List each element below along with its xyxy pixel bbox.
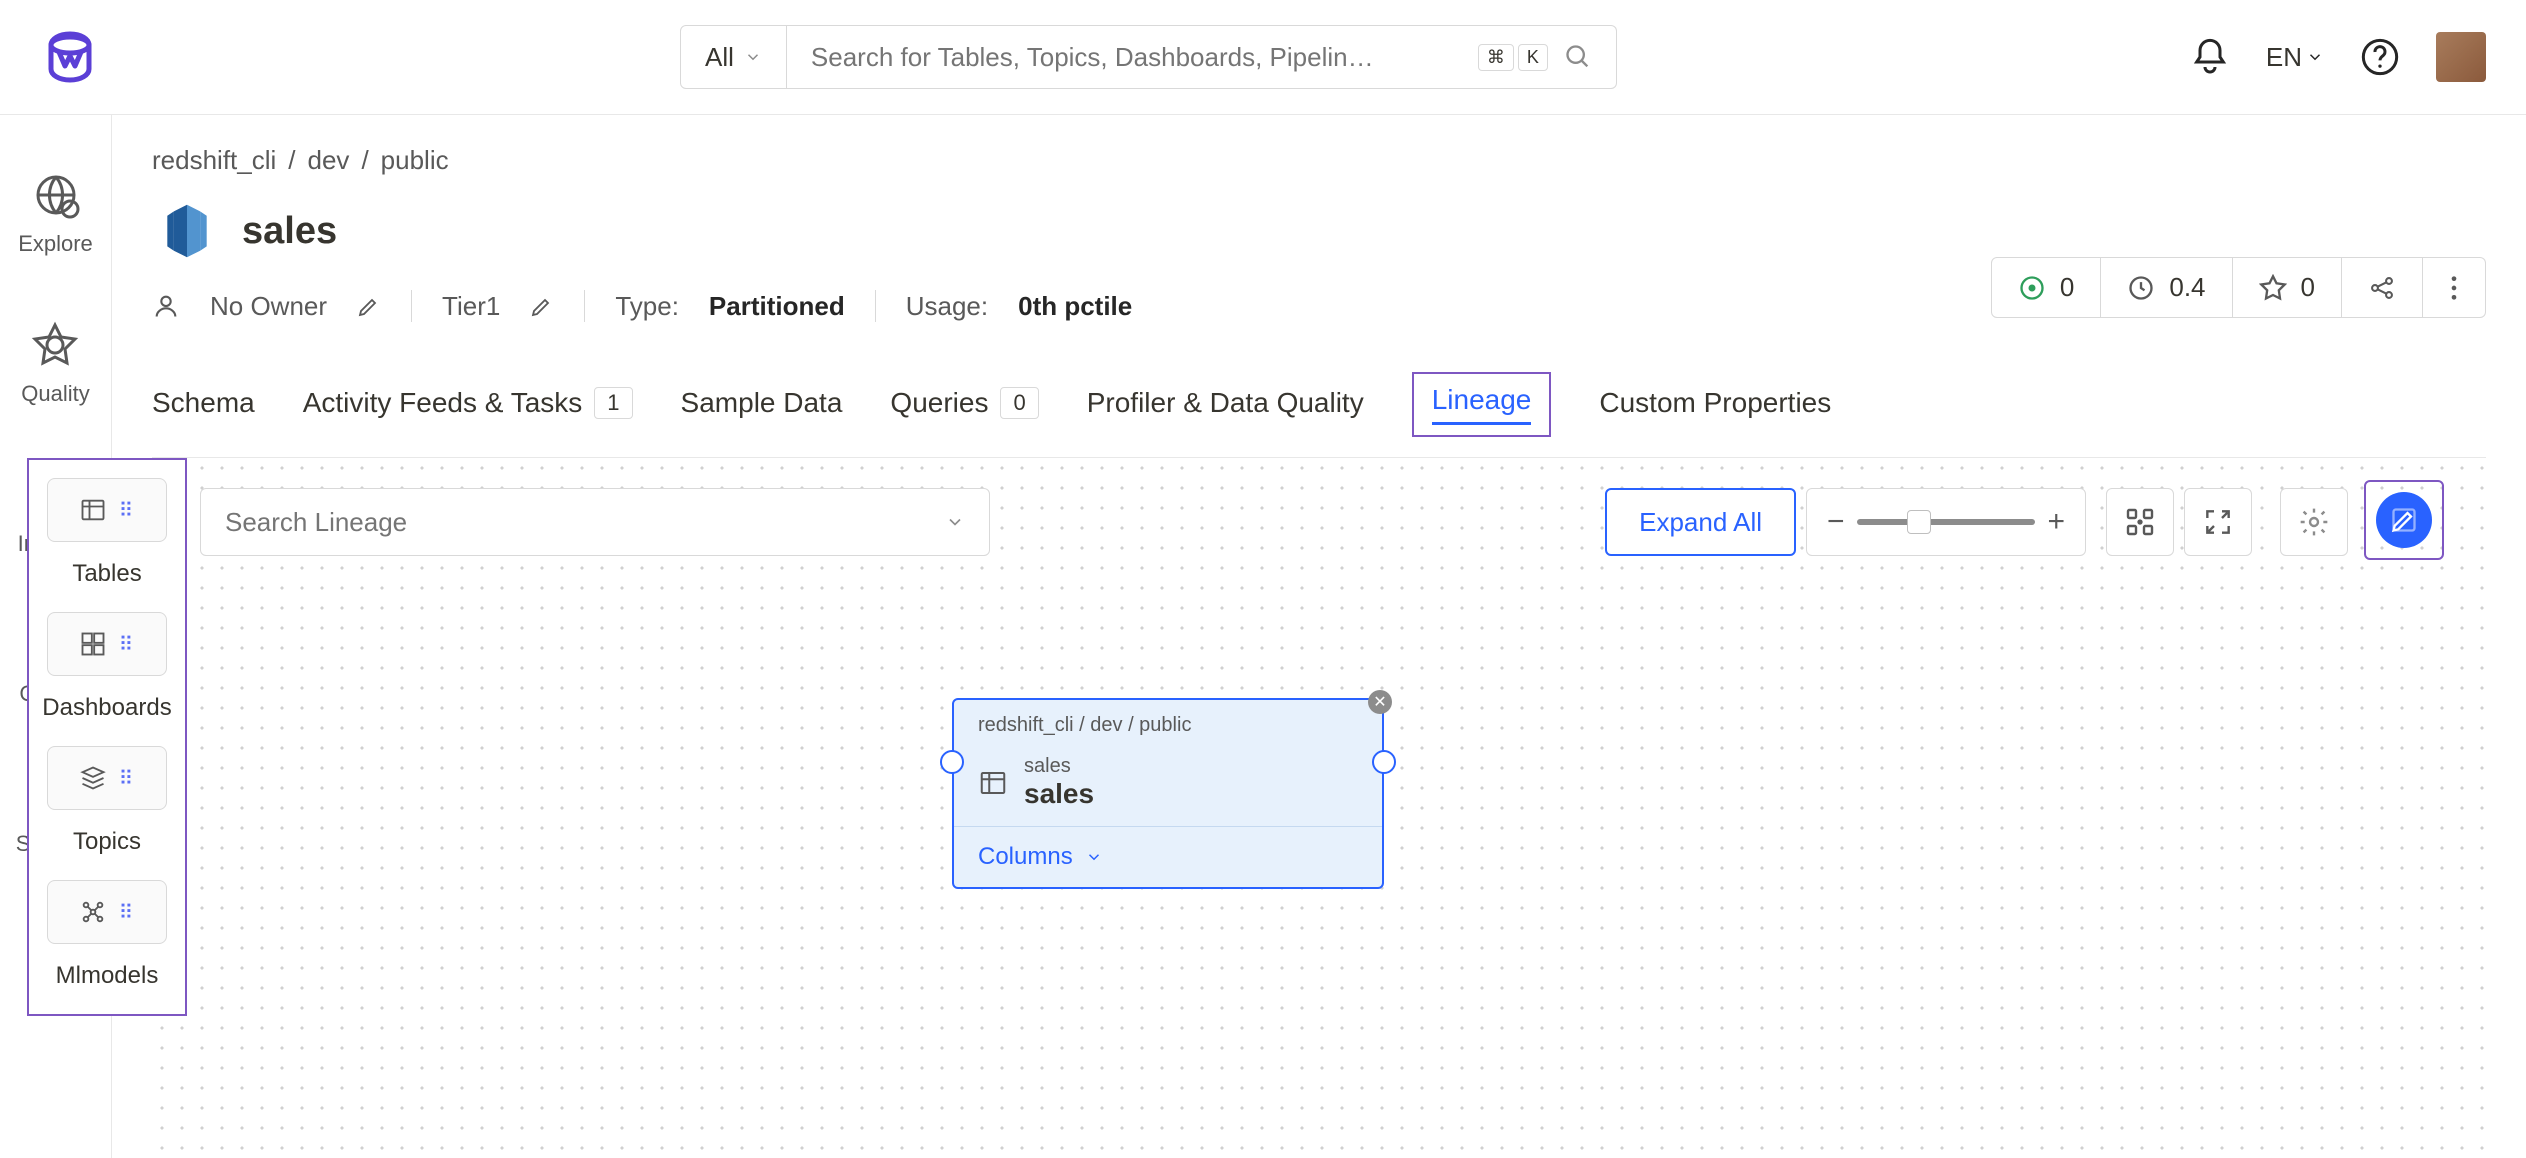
edit-owner-icon[interactable] [357, 294, 381, 318]
entity-title: sales [242, 210, 337, 253]
search-icon [1564, 43, 1592, 71]
type-label: Type: [615, 291, 679, 322]
expand-all-button[interactable]: Expand All [1605, 488, 1796, 556]
tab-sample-data[interactable]: Sample Data [681, 387, 843, 423]
share-button[interactable] [2342, 257, 2423, 318]
node-subtitle: sales [1024, 755, 1094, 778]
kbd-k: K [1518, 44, 1548, 71]
palette-tables[interactable]: ⠿ [47, 478, 167, 542]
usage-label: Usage: [906, 291, 988, 322]
zoom-handle[interactable] [1907, 510, 1931, 534]
node-port-left[interactable] [940, 750, 964, 774]
node-title: sales [1024, 778, 1094, 810]
close-node-icon[interactable]: ✕ [1368, 690, 1392, 714]
stat-runs[interactable]: 0.4 [2101, 257, 2232, 318]
stat-issues[interactable]: 0 [1991, 257, 2101, 318]
chevron-down-icon [945, 512, 965, 532]
kbd-cmd: ⌘ [1478, 44, 1514, 71]
zoom-out-icon[interactable]: − [1827, 505, 1845, 539]
tabs: Schema Activity Feeds & Tasks1 Sample Da… [152, 372, 2486, 437]
palette-dashboards[interactable]: ⠿ [47, 612, 167, 676]
fullscreen-button[interactable] [2184, 488, 2252, 556]
tab-activity[interactable]: Activity Feeds & Tasks1 [303, 387, 633, 423]
search-input[interactable] [811, 42, 1474, 73]
pencil-icon [2390, 506, 2418, 534]
settings-button[interactable] [2280, 488, 2348, 556]
language-selector[interactable]: EN [2266, 42, 2324, 73]
rail-explore[interactable]: Explore [18, 171, 93, 257]
chevron-down-icon [1085, 848, 1103, 866]
edit-lineage-button[interactable] [2364, 480, 2444, 560]
tab-schema[interactable]: Schema [152, 387, 255, 423]
breadcrumb-item[interactable]: redshift_cli [152, 145, 276, 176]
node-port-right[interactable] [1372, 750, 1396, 774]
tab-custom-properties[interactable]: Custom Properties [1599, 387, 1831, 423]
notifications-icon[interactable] [2190, 37, 2230, 77]
node-columns-toggle[interactable]: Columns [954, 826, 1382, 887]
usage-value: 0th pctile [1018, 291, 1132, 322]
drag-handle-icon: ⠿ [119, 498, 136, 523]
tab-lineage[interactable]: Lineage [1412, 372, 1552, 437]
zoom-in-icon[interactable]: + [2047, 505, 2065, 539]
tier-label: Tier1 [442, 291, 500, 322]
help-icon[interactable] [2360, 37, 2400, 77]
drag-handle-icon: ⠿ [119, 632, 136, 657]
redshift-icon [152, 196, 222, 266]
stat-stars[interactable]: 0 [2233, 257, 2342, 318]
app-logo[interactable] [40, 27, 100, 87]
breadcrumb: redshift_cli / dev / public [152, 145, 2486, 176]
lineage-search[interactable] [200, 488, 990, 556]
rail-quality[interactable]: Quality [21, 321, 89, 407]
entity-palette: ⠿ Tables ⠿ Dashboards ⠿ Topics ⠿ Mlmodel… [27, 458, 187, 1016]
user-avatar[interactable] [2436, 32, 2486, 82]
breadcrumb-item[interactable]: dev [308, 145, 350, 176]
breadcrumb-item[interactable]: public [381, 145, 449, 176]
filter-label: All [705, 42, 734, 73]
palette-mlmodels[interactable]: ⠿ [47, 880, 167, 944]
zoom-slider[interactable]: − + [1806, 488, 2086, 556]
owner-label: No Owner [210, 291, 327, 322]
tab-queries[interactable]: Queries0 [890, 387, 1038, 423]
palette-topics[interactable]: ⠿ [47, 746, 167, 810]
fit-view-button[interactable] [2106, 488, 2174, 556]
type-value: Partitioned [709, 291, 845, 322]
global-search[interactable]: ⌘ K [787, 25, 1617, 89]
tab-profiler[interactable]: Profiler & Data Quality [1087, 387, 1364, 423]
user-icon [152, 292, 180, 320]
drag-handle-icon: ⠿ [119, 900, 136, 925]
lineage-search-input[interactable] [225, 507, 945, 538]
edit-tier-icon[interactable] [530, 294, 554, 318]
lineage-node[interactable]: ✕ redshift_cli / dev / public sales sale… [952, 698, 1384, 889]
more-button[interactable] [2423, 257, 2486, 318]
drag-handle-icon: ⠿ [119, 766, 136, 791]
node-breadcrumb: redshift_cli / dev / public [954, 700, 1382, 751]
search-filter-dropdown[interactable]: All [680, 25, 787, 89]
lineage-canvas[interactable]: ⠿ Tables ⠿ Dashboards ⠿ Topics ⠿ Mlmodel… [152, 457, 2486, 1158]
table-icon [978, 768, 1008, 798]
